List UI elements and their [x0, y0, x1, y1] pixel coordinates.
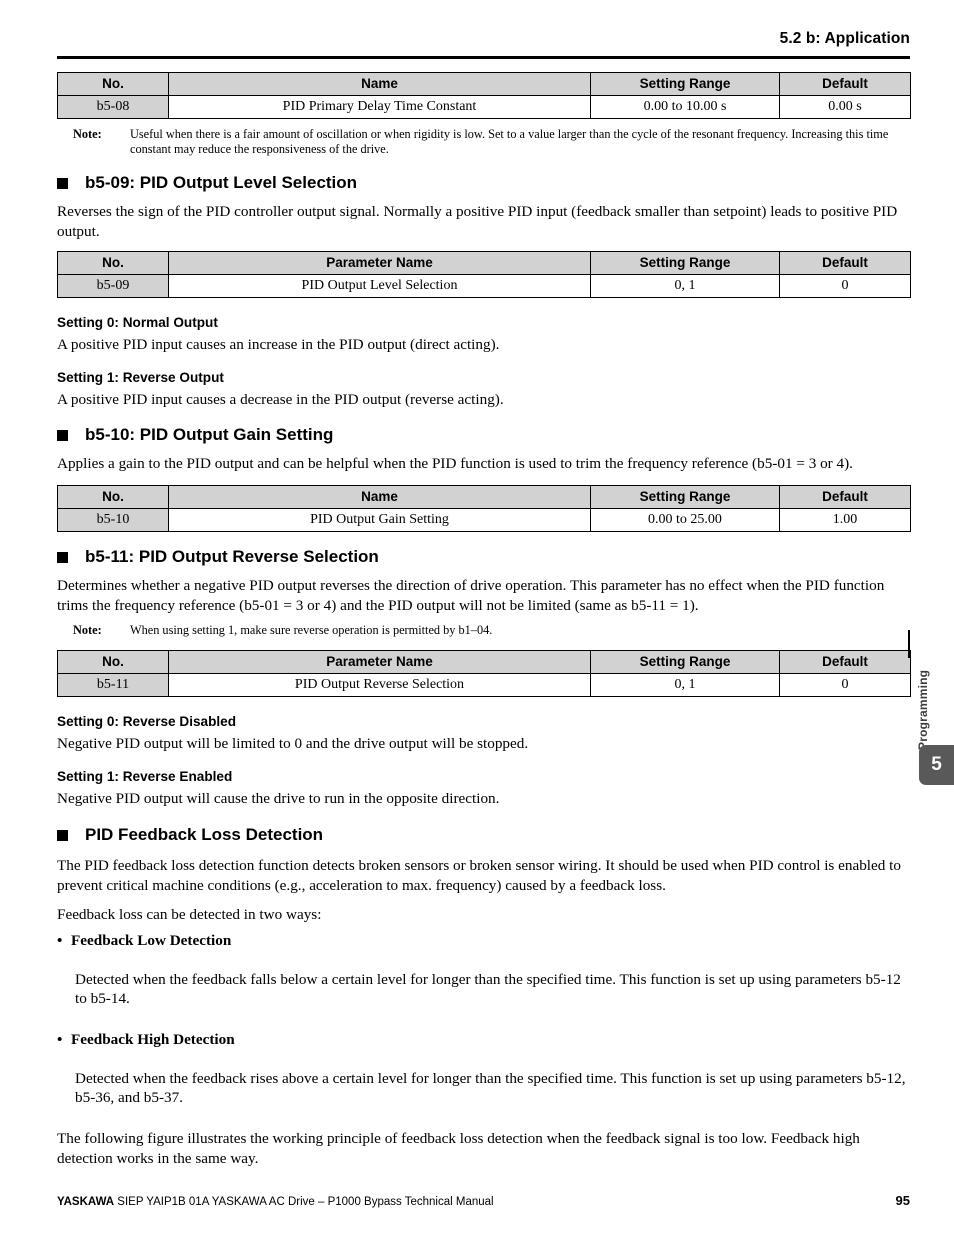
footer-manual-line: YASKAWA SIEP YAIP1B 01A YASKAWA AC Drive… — [57, 1196, 494, 1208]
page-footer: YASKAWA SIEP YAIP1B 01A YASKAWA AC Drive… — [57, 1193, 910, 1208]
list-item-label: Feedback Low Detection — [71, 931, 232, 949]
table-row: b5-08 PID Primary Delay Time Constant 0.… — [57, 95, 911, 119]
cell-default: 0 — [779, 274, 911, 299]
list-item-label: Feedback High Detection — [71, 1031, 235, 1049]
cell-parameter-name: PID Primary Delay Time Constant — [168, 95, 591, 119]
section-heading-text: b5-10: PID Output Gain Setting — [85, 424, 334, 444]
cell-parameter-no: b5-10 — [57, 508, 169, 533]
list-item-feedback-low-detection: • Feedback Low Detection — [57, 931, 910, 951]
side-tab-rule — [908, 630, 910, 658]
square-bullet-icon — [57, 552, 68, 564]
cell-default: 0.00 s — [779, 95, 911, 119]
manual-page: 5.2 b: Application No. Name Setting Rang… — [0, 0, 954, 1235]
paragraph-b5-09-setting-1: A positive PID input causes a decrease i… — [57, 390, 504, 408]
paragraph-b5-09-intro: Reverses the sign of the PID controller … — [57, 203, 898, 240]
section-heading-feedback-loss-detection: PID Feedback Loss Detection — [57, 824, 910, 846]
footer-manual-title: SIEP YAIP1B 01A YASKAWA AC Drive – P1000… — [117, 1196, 494, 1208]
note-label: Note: — [73, 623, 102, 638]
cell-setting-range: 0.00 to 10.00 s — [590, 95, 780, 119]
column-header-default: Default — [779, 72, 911, 96]
column-header-setting-range: Setting Range — [590, 649, 780, 674]
subheading-b5-11-setting-0: Setting 0: Reverse Disabled — [57, 713, 237, 729]
column-header-setting-range: Setting Range — [590, 251, 780, 276]
subheading-b5-09-setting-1: Setting 1: Reverse Output — [57, 369, 224, 385]
page-header-title: 5.2 b: Application — [779, 30, 910, 47]
column-header-parameter-name: Parameter Name — [168, 649, 591, 674]
table-row: b5-11 PID Output Reverse Selection 0, 1 … — [57, 672, 911, 697]
subheading-b5-11-setting-1: Setting 1: Reverse Enabled — [57, 768, 233, 784]
subheading-b5-09-setting-0: Setting 0: Normal Output — [57, 315, 218, 331]
cell-parameter-no: b5-09 — [57, 274, 169, 299]
cell-setting-range: 0.00 to 25.00 — [590, 508, 780, 533]
cell-parameter-name: PID Output Gain Setting — [168, 508, 591, 533]
content-column: No. Name Setting Range Default b5-08 PID… — [57, 72, 911, 1168]
paragraph-feedback-closing: The following figure illustrates the wor… — [57, 1130, 860, 1167]
column-header-setting-range: Setting Range — [590, 72, 780, 96]
paragraph-feedback-loss-intro: The PID feedback loss detection function… — [57, 857, 901, 894]
parameter-table-b5-08: No. Name Setting Range Default b5-08 PID… — [57, 72, 911, 119]
paragraph-b5-11-setting-1: Negative PID output will cause the drive… — [57, 789, 500, 807]
bullet-dot-icon: • — [57, 1031, 63, 1049]
paragraph-feedback-low-body: Detected when the feedback falls below a… — [75, 970, 901, 1008]
column-header-default: Default — [779, 485, 911, 510]
cell-setting-range: 0, 1 — [590, 672, 780, 697]
cell-parameter-name: PID Output Level Selection — [168, 274, 591, 299]
paragraph-feedback-high-body: Detected when the feedback rises above a… — [75, 1069, 906, 1107]
paragraph-b5-09-setting-0: A positive PID input causes an increase … — [57, 336, 500, 354]
column-header-no: No. — [57, 251, 169, 276]
column-header-default: Default — [779, 251, 911, 276]
square-bullet-icon — [57, 830, 68, 842]
cell-parameter-no: b5-08 — [57, 95, 169, 119]
bullet-dot-icon: • — [57, 931, 63, 949]
note-b5-11: Note: When using setting 1, make sure re… — [57, 623, 910, 638]
note-text: When using setting 1, make sure reverse … — [130, 623, 493, 638]
column-header-setting-range: Setting Range — [590, 485, 780, 510]
parameter-table-b5-09: No. Parameter Name Setting Range Default… — [57, 251, 911, 299]
side-tab-chapter-number: 5 — [919, 745, 954, 785]
section-heading-text: b5-09: PID Output Level Selection — [85, 173, 358, 193]
table-row: b5-09 PID Output Level Selection 0, 1 0 — [57, 274, 911, 299]
paragraph-b5-10-intro: Applies a gain to the PID output and can… — [57, 454, 853, 472]
square-bullet-icon — [57, 429, 68, 441]
column-header-default: Default — [779, 649, 911, 674]
section-heading-text: PID Feedback Loss Detection — [85, 825, 324, 845]
list-item-feedback-high-detection: • Feedback High Detection — [57, 1030, 910, 1050]
footer-brand: YASKAWA — [57, 1196, 115, 1208]
cell-default: 1.00 — [779, 508, 911, 533]
note-label: Note: — [73, 127, 102, 141]
cell-setting-range: 0, 1 — [590, 274, 780, 299]
column-header-parameter-name: Parameter Name — [168, 251, 591, 276]
cell-parameter-name: PID Output Reverse Selection — [168, 672, 591, 697]
table-row: b5-10 PID Output Gain Setting 0.00 to 25… — [57, 508, 911, 533]
column-header-name: Name — [168, 485, 591, 510]
square-bullet-icon — [57, 178, 68, 190]
table-header-row: No. Parameter Name Setting Range Default — [57, 251, 911, 276]
note-text: Useful when there is a fair amount of os… — [130, 127, 889, 156]
paragraph-two-ways: Feedback loss can be detected in two way… — [57, 906, 322, 924]
column-header-no: No. — [57, 72, 169, 96]
cell-default: 0 — [779, 672, 911, 697]
page-number: 95 — [895, 1193, 910, 1208]
header-rule — [57, 56, 910, 59]
paragraph-b5-11-intro: Determines whether a negative PID output… — [57, 577, 885, 614]
note-b5-08: Note: Useful when there is a fair amount… — [57, 127, 910, 156]
section-heading-b5-11: b5-11: PID Output Reverse Selection — [57, 546, 910, 568]
table-header-row: No. Name Setting Range Default — [57, 72, 911, 96]
parameter-table-b5-11: No. Parameter Name Setting Range Default… — [57, 649, 911, 697]
section-heading-b5-10: b5-10: PID Output Gain Setting — [57, 424, 910, 446]
cell-parameter-no: b5-11 — [57, 672, 169, 697]
section-heading-b5-09: b5-09: PID Output Level Selection — [57, 172, 910, 194]
table-header-row: No. Parameter Name Setting Range Default — [57, 649, 911, 674]
column-header-no: No. — [57, 649, 169, 674]
table-header-row: No. Name Setting Range Default — [57, 485, 911, 510]
paragraph-b5-11-setting-0: Negative PID output will be limited to 0… — [57, 734, 529, 752]
section-heading-text: b5-11: PID Output Reverse Selection — [85, 547, 379, 567]
column-header-no: No. — [57, 485, 169, 510]
parameter-table-b5-10: No. Name Setting Range Default b5-10 PID… — [57, 485, 911, 533]
column-header-name: Name — [168, 72, 591, 96]
